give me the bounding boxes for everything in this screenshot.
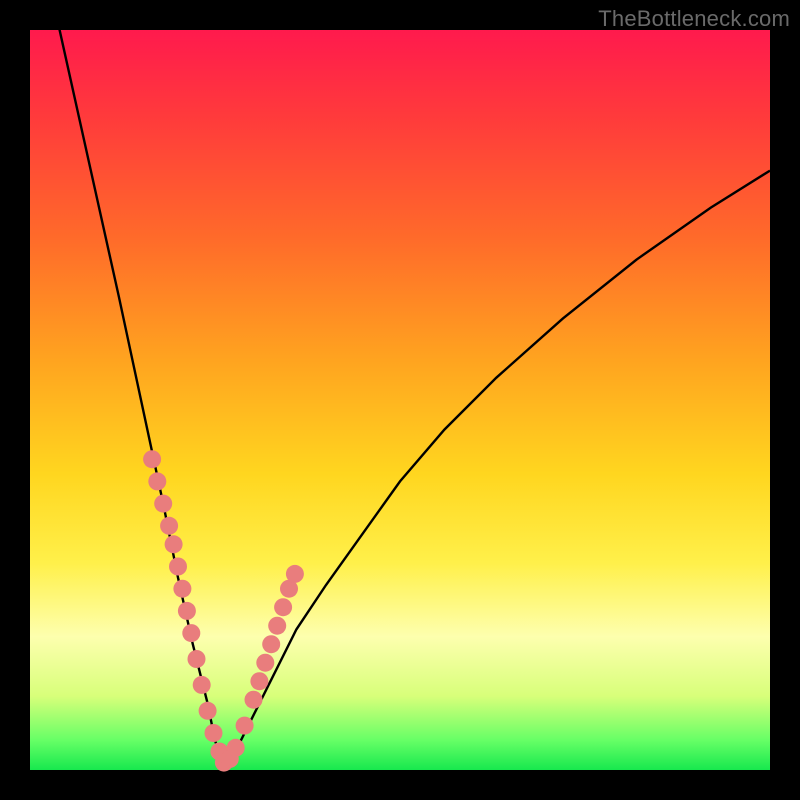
scatter-dot bbox=[199, 702, 217, 720]
scatter-dots bbox=[143, 450, 304, 771]
scatter-dot bbox=[173, 580, 191, 598]
scatter-dot bbox=[148, 472, 166, 490]
chart-frame: TheBottleneck.com bbox=[0, 0, 800, 800]
scatter-dot bbox=[256, 654, 274, 672]
scatter-dot bbox=[262, 635, 280, 653]
scatter-dot bbox=[178, 602, 196, 620]
scatter-dot bbox=[188, 650, 206, 668]
scatter-dot bbox=[236, 717, 254, 735]
scatter-dot bbox=[165, 535, 183, 553]
scatter-dot bbox=[245, 691, 263, 709]
scatter-dot bbox=[268, 617, 286, 635]
chart-svg bbox=[30, 30, 770, 770]
scatter-dot bbox=[143, 450, 161, 468]
plot-area bbox=[30, 30, 770, 770]
scatter-dot bbox=[205, 724, 223, 742]
scatter-dot bbox=[182, 624, 200, 642]
scatter-dot bbox=[169, 558, 187, 576]
scatter-dot bbox=[227, 739, 245, 757]
watermark-text: TheBottleneck.com bbox=[598, 6, 790, 32]
scatter-dot bbox=[250, 672, 268, 690]
scatter-dot bbox=[193, 676, 211, 694]
scatter-dot bbox=[274, 598, 292, 616]
scatter-dot bbox=[160, 517, 178, 535]
scatter-dot bbox=[286, 565, 304, 583]
scatter-dot bbox=[154, 495, 172, 513]
bottleneck-curve bbox=[30, 0, 770, 763]
